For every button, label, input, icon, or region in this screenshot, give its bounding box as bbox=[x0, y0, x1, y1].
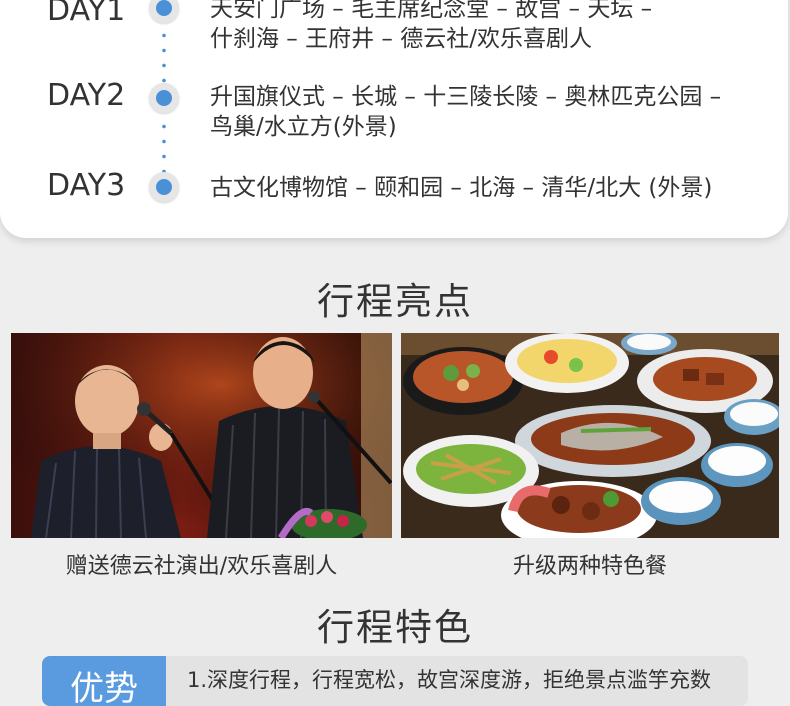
highlight-caption: 赠送德云社演出/欢乐喜剧人 bbox=[65, 554, 338, 579]
day-description: 古文化博物馆 – 颐和园 – 北海 – 清华/北大 (外景) bbox=[210, 173, 780, 203]
timeline-dot-icon bbox=[149, 0, 179, 23]
day-description-line: 升国旗仪式 – 长城 – 十三陵长陵 – 奥林匹克公园 – bbox=[210, 84, 722, 110]
day-description: 升国旗仪式 – 长城 – 十三陵长陵 – 奥林匹克公园 – 鸟巢/水立方(外景) bbox=[210, 82, 780, 142]
day-description-line: 鸟巢/水立方(外景) bbox=[210, 114, 397, 140]
day-description-line: 古文化博物馆 – 颐和园 – 北海 – 清华/北大 (外景) bbox=[210, 175, 713, 201]
timeline-connector bbox=[162, 28, 166, 90]
day-label: DAY2 bbox=[47, 78, 126, 113]
timeline-dot-icon bbox=[149, 172, 179, 202]
feature-tag: 优势 bbox=[42, 656, 166, 706]
day-description-line: 天安门广场 – 毛主席纪念堂 – 故宫 – 天坛 – bbox=[210, 0, 653, 22]
features-title: 行程特色 bbox=[317, 606, 473, 649]
timeline-connector bbox=[162, 119, 166, 175]
day-description-line: 什刹海 – 王府井 – 德云社/欢乐喜剧人 bbox=[210, 26, 592, 52]
itinerary-card: DAY1 天安门广场 – 毛主席纪念堂 – 故宫 – 天坛 – 什刹海 – 王府… bbox=[0, 0, 788, 238]
highlight-caption: 升级两种特色餐 bbox=[512, 554, 667, 579]
highlight-photo-food bbox=[401, 333, 779, 538]
food-illustration bbox=[401, 333, 779, 538]
timeline-dot-icon bbox=[149, 83, 179, 113]
day-description: 天安门广场 – 毛主席纪念堂 – 故宫 – 天坛 – 什刹海 – 王府井 – 德… bbox=[210, 0, 780, 54]
stage-illustration bbox=[11, 333, 392, 538]
highlight-photo-comedy bbox=[11, 333, 392, 538]
highlights-title: 行程亮点 bbox=[317, 280, 473, 323]
day-label: DAY1 bbox=[47, 0, 126, 28]
feature-row: 优势 1.深度行程，行程宽松，故宫深度游，拒绝景点滥竽充数 bbox=[42, 656, 748, 706]
feature-text: 1.深度行程，行程宽松，故宫深度游，拒绝景点滥竽充数 bbox=[187, 668, 712, 692]
day-label: DAY3 bbox=[47, 168, 126, 203]
